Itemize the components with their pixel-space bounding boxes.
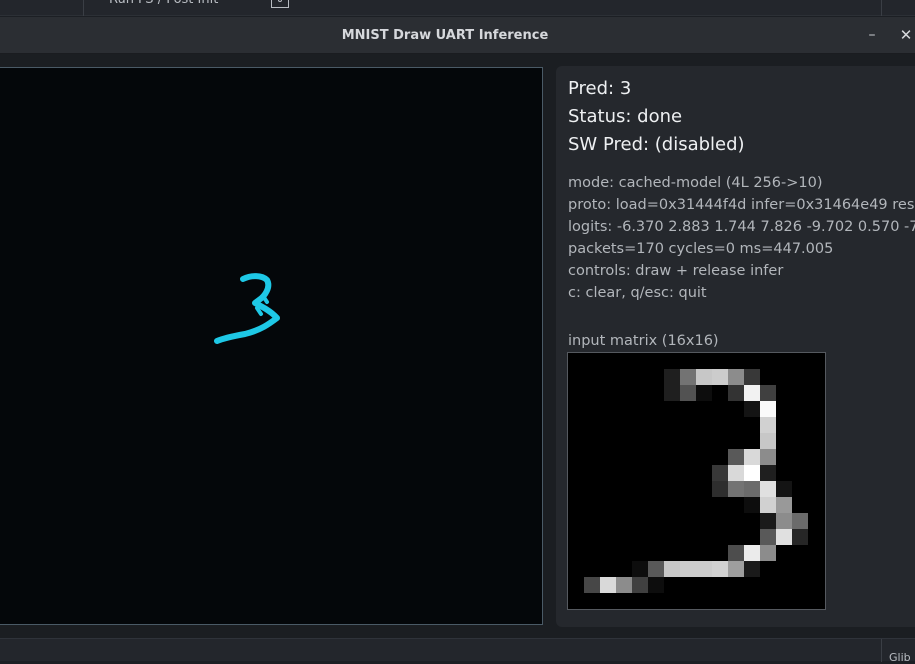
keys-help-text: c: clear, q/esc: quit [568, 285, 707, 301]
taskbar-divider [83, 0, 84, 16]
matrix-cell [760, 433, 776, 449]
matrix-cell [648, 577, 664, 593]
matrix-cell [744, 561, 760, 577]
matrix-cell [728, 449, 744, 465]
matrix-cell [744, 465, 760, 481]
matrix-cell [760, 417, 776, 433]
matrix-cell [760, 529, 776, 545]
info-panel: Pred: 3 Status: done SW Pred: (disabled)… [556, 66, 915, 627]
matrix-cell [728, 369, 744, 385]
statusbar-corner-label: Glib [889, 651, 911, 664]
matrix-cell [776, 497, 792, 513]
statusbar: Glib [0, 638, 915, 664]
matrix-cell [744, 369, 760, 385]
mode-text: mode: cached-model (4L 256->10) [568, 175, 823, 191]
sw-prediction-text: SW Pred: (disabled) [568, 134, 745, 155]
matrix-cell [632, 577, 648, 593]
matrix-cell [760, 449, 776, 465]
matrix-cell [664, 369, 680, 385]
matrix-cell [744, 481, 760, 497]
statusbar-divider [881, 639, 882, 662]
matrix-cell [760, 513, 776, 529]
matrix-cell [792, 513, 808, 529]
matrix-cell [664, 385, 680, 401]
matrix-cell [744, 545, 760, 561]
taskbar: Run FS / Post Init [0, 0, 915, 16]
drawn-digit [214, 273, 280, 344]
window-titlebar[interactable]: MNIST Draw UART Inference – ✕ [0, 17, 915, 54]
drawing-canvas[interactable] [0, 67, 543, 625]
matrix-cell [712, 481, 728, 497]
matrix-cell [680, 369, 696, 385]
matrix-cell [792, 529, 808, 545]
matrix-cell [728, 465, 744, 481]
close-button[interactable]: ✕ [896, 24, 915, 46]
matrix-cell [744, 497, 760, 513]
matrix-cell [680, 561, 696, 577]
matrix-cell [616, 577, 632, 593]
matrix-cell [744, 401, 760, 417]
matrix-cell [760, 481, 776, 497]
prediction-text: Pred: 3 [568, 78, 632, 99]
controls-text: controls: draw + release infer [568, 263, 784, 279]
input-matrix [567, 352, 826, 610]
download-icon[interactable] [271, 0, 289, 8]
logits-text: logits: -6.370 2.883 1.744 7.826 -9.702 … [568, 219, 915, 235]
digit-stroke [214, 273, 280, 344]
window-title: MNIST Draw UART Inference [341, 28, 549, 43]
input-matrix-grid [584, 369, 808, 593]
matrix-cell [728, 561, 744, 577]
matrix-cell [728, 481, 744, 497]
matrix-cell [712, 369, 728, 385]
matrix-cell [600, 577, 616, 593]
matrix-cell [648, 561, 664, 577]
matrix-cell [744, 449, 760, 465]
taskbar-divider [881, 0, 882, 16]
proto-text: proto: load=0x31444f4d infer=0x31464e49 … [568, 197, 915, 213]
matrix-cell [776, 529, 792, 545]
matrix-cell [680, 385, 696, 401]
minimize-button[interactable]: – [862, 24, 882, 46]
status-text: Status: done [568, 106, 683, 127]
matrix-cell [584, 577, 600, 593]
window-body: Pred: 3 Status: done SW Pred: (disabled)… [0, 54, 915, 638]
matrix-cell [712, 465, 728, 481]
matrix-cell [728, 545, 744, 561]
matrix-cell [760, 401, 776, 417]
taskbar-item-label[interactable]: Run FS / Post Init [109, 0, 218, 8]
matrix-cell [632, 561, 648, 577]
matrix-cell [728, 385, 744, 401]
matrix-label: input matrix (16x16) [568, 333, 719, 349]
matrix-cell [664, 561, 680, 577]
matrix-cell [744, 385, 760, 401]
matrix-cell [696, 385, 712, 401]
matrix-cell [760, 545, 776, 561]
matrix-cell [760, 385, 776, 401]
matrix-cell [776, 481, 792, 497]
matrix-cell [696, 561, 712, 577]
packets-text: packets=170 cycles=0 ms=447.005 [568, 241, 834, 257]
matrix-cell [760, 497, 776, 513]
matrix-cell [776, 513, 792, 529]
matrix-cell [696, 369, 712, 385]
matrix-cell [712, 561, 728, 577]
matrix-cell [760, 465, 776, 481]
